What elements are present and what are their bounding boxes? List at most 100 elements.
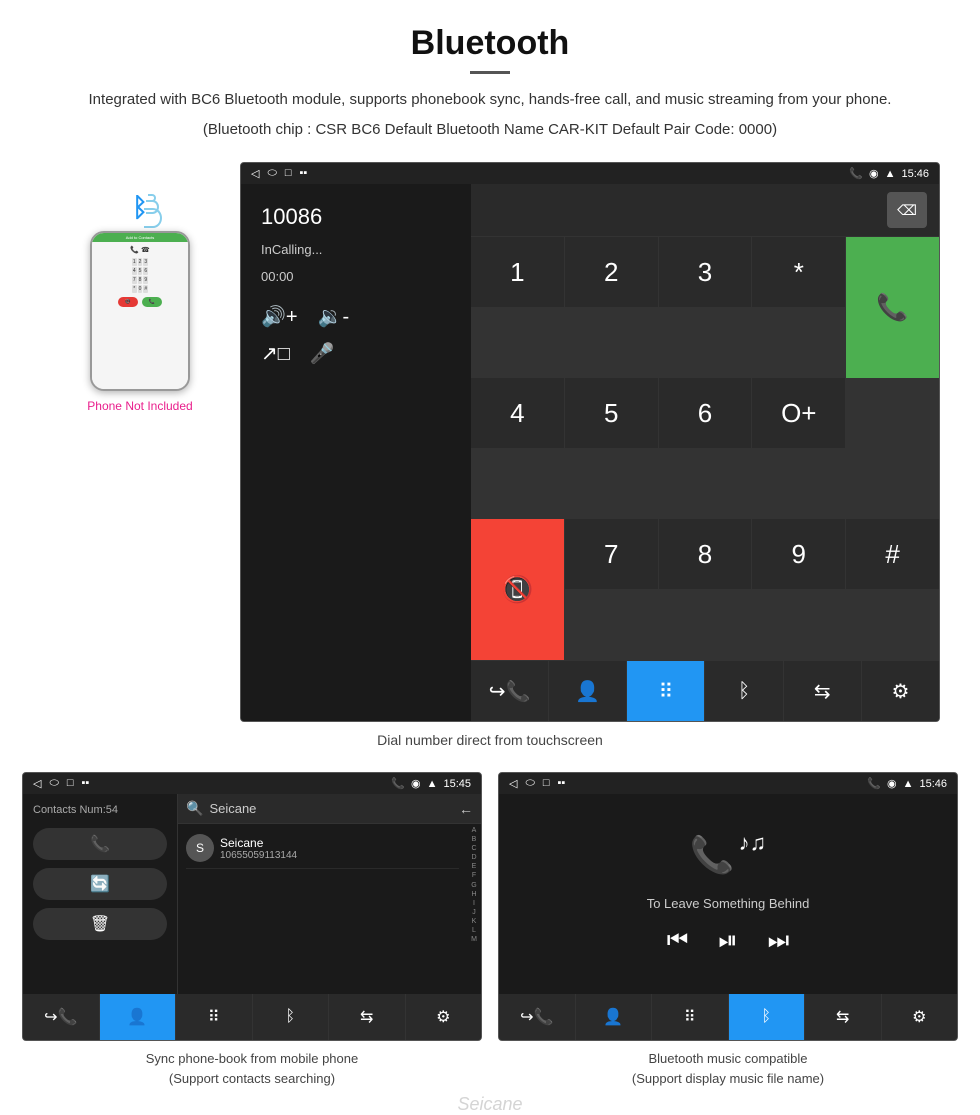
m-sim-icon: ▪▪ bbox=[558, 777, 566, 790]
mt-call-fwd[interactable]: ↪📞 bbox=[499, 994, 575, 1040]
c-home-icon: ⬭ bbox=[49, 777, 58, 790]
transfer-call-button[interactable]: ↗□ bbox=[261, 341, 290, 366]
music-icon-area: 📞 ♪♫ bbox=[690, 834, 766, 876]
alphabet-sidebar: A B C D E F G H I J K L bbox=[467, 824, 481, 994]
phone-not-included-label: Phone Not Included bbox=[87, 399, 192, 413]
alpha-I: I bbox=[473, 899, 475, 908]
contact-info: Seicane 10655059113144 bbox=[220, 836, 297, 861]
key-7[interactable]: 7 bbox=[565, 519, 658, 589]
status-left: ◁ ⬭ □ ▪▪ bbox=[251, 167, 307, 180]
music-screen: ◁ ⬭ □ ▪▪ 📞 ◉ ▲ 15:46 📞 bbox=[498, 772, 958, 1041]
ct-keypad[interactable]: ⠿ bbox=[176, 994, 252, 1040]
recents-icon: □ bbox=[285, 167, 292, 180]
backspace-button[interactable]: ⌫ bbox=[887, 192, 927, 228]
ct-call-fwd[interactable]: ↪📞 bbox=[23, 994, 99, 1040]
phone-key-2: 2 bbox=[138, 258, 143, 266]
key-2[interactable]: 2 bbox=[565, 237, 658, 307]
delete-button[interactable]: 🗑 bbox=[33, 908, 167, 940]
key-0plus[interactable]: O+ bbox=[752, 378, 845, 448]
key-4[interactable]: 4 bbox=[471, 378, 564, 448]
phone-key-9: 9 bbox=[143, 276, 148, 284]
ct-transfer[interactable]: ⇆ bbox=[329, 994, 405, 1040]
m-time: 15:46 bbox=[919, 778, 947, 790]
toolbar-bluetooth[interactable]: ᛒ bbox=[705, 661, 782, 721]
toolbar-keypad[interactable]: ⠿ bbox=[627, 661, 704, 721]
music-toolbar: ↪📞 👤 ⠿ ᛒ ⇆ ⚙ bbox=[499, 994, 957, 1040]
dial-caption: Dial number direct from touchscreen bbox=[377, 732, 603, 748]
mt-contacts[interactable]: 👤 bbox=[576, 994, 652, 1040]
music-status-right: 📞 ◉ ▲ 15:46 bbox=[867, 777, 947, 790]
m-recents-icon: □ bbox=[543, 777, 550, 790]
sync-button[interactable]: 🔄 bbox=[33, 868, 167, 900]
alpha-F: F bbox=[472, 871, 476, 880]
play-pause-button[interactable]: ⏯ bbox=[718, 927, 737, 955]
key-1[interactable]: 1 bbox=[471, 237, 564, 307]
key-5[interactable]: 5 bbox=[565, 378, 658, 448]
mt-transfer[interactable]: ⇆ bbox=[805, 994, 881, 1040]
ct-contacts[interactable]: 👤 bbox=[100, 994, 176, 1040]
search-text[interactable]: Seicane bbox=[209, 801, 453, 816]
contacts-right-panel: 🔍 Seicane ← S Seicane 10655059113144 bbox=[178, 794, 481, 994]
contacts-search-bar: 🔍 Seicane ← bbox=[178, 794, 481, 824]
bluetooth-waves: ᛒ bbox=[132, 192, 148, 223]
contact-item-seicane[interactable]: S Seicane 10655059113144 bbox=[186, 828, 459, 869]
key-8[interactable]: 8 bbox=[659, 519, 752, 589]
contacts-screen-wrap: ◁ ⬭ □ ▪▪ 📞 ◉ ▲ 15:45 bbox=[22, 772, 482, 1088]
phone-key-5: 5 bbox=[138, 267, 143, 275]
music-phone-icon: 📞 bbox=[690, 834, 735, 876]
dialer-timer: 00:00 bbox=[261, 269, 451, 284]
keypad-input-row: ⌫ bbox=[471, 184, 939, 236]
contacts-caption-line2: (Support contacts searching) bbox=[169, 1071, 335, 1086]
location-icon: ◉ bbox=[869, 167, 879, 180]
m-back-icon: ◁ bbox=[509, 777, 517, 790]
ct-settings[interactable]: ⚙ bbox=[406, 994, 482, 1040]
call-answer-button[interactable]: 📞 bbox=[846, 237, 939, 378]
key-9[interactable]: 9 bbox=[752, 519, 845, 589]
search-icon: 🔍 bbox=[186, 800, 203, 817]
alpha-M: M bbox=[471, 935, 477, 944]
c-recents-icon: □ bbox=[67, 777, 74, 790]
key-3[interactable]: 3 bbox=[659, 237, 752, 307]
bottom-section: ◁ ⬭ □ ▪▪ 📞 ◉ ▲ 15:45 bbox=[20, 772, 960, 1088]
ct-bluetooth[interactable]: ᛒ bbox=[253, 994, 329, 1040]
volume-up-button[interactable]: 🔊+ bbox=[261, 304, 298, 329]
music-caption-line1: Bluetooth music compatible bbox=[649, 1051, 808, 1066]
phone-body: 📞 ☎ 1 2 3 4 5 6 7 8 9 * 0 bbox=[92, 242, 188, 389]
alpha-J: J bbox=[472, 908, 476, 917]
key-hash[interactable]: # bbox=[846, 519, 939, 589]
watermark: Seicane bbox=[457, 1094, 522, 1115]
dialer-left-panel: 10086 InCalling... 00:00 🔊+ 🔉- ↗□ 🎤 bbox=[241, 184, 471, 721]
next-track-button[interactable]: ⏭ bbox=[768, 927, 790, 955]
volume-down-button[interactable]: 🔉- bbox=[318, 304, 350, 329]
time-display: 15:46 bbox=[901, 168, 929, 180]
dialer-volume-row: 🔊+ 🔉- bbox=[261, 304, 451, 329]
dialer-keypad: ⌫ 1 2 3 * 📞 4 5 6 O+ 📵 7 bbox=[471, 184, 939, 721]
m-home-icon: ⬭ bbox=[525, 777, 534, 790]
dialer-toolbar: ↪📞 👤 ⠿ ᛒ ⇆ ⚙ bbox=[471, 661, 939, 721]
dialer-screen: ◁ ⬭ □ ▪▪ 📞 ◉ ▲ 15:46 10086 InCalling... bbox=[240, 162, 940, 722]
toolbar-call-fwd[interactable]: ↪📞 bbox=[471, 661, 548, 721]
mute-button[interactable]: 🎤 bbox=[310, 341, 335, 366]
music-caption-line2: (Support display music file name) bbox=[632, 1071, 824, 1086]
contacts-list: S Seicane 10655059113144 bbox=[178, 824, 467, 994]
prev-track-button[interactable]: ⏮ bbox=[667, 927, 689, 955]
mt-bluetooth[interactable]: ᛒ bbox=[729, 994, 805, 1040]
sim-icon: ▪▪ bbox=[300, 167, 308, 180]
contacts-back-icon[interactable]: ← bbox=[459, 801, 473, 817]
mt-settings[interactable]: ⚙ bbox=[882, 994, 958, 1040]
contacts-num: Contacts Num:54 bbox=[33, 804, 167, 816]
mt-keypad[interactable]: ⠿ bbox=[652, 994, 728, 1040]
call-button[interactable]: 📞 bbox=[33, 828, 167, 860]
phone-screen: Add to Contacts 📞 ☎ 1 2 3 4 5 6 7 8 9 bbox=[92, 233, 188, 389]
alpha-G: G bbox=[471, 881, 476, 890]
dialer-body: 10086 InCalling... 00:00 🔊+ 🔉- ↗□ 🎤 bbox=[241, 184, 939, 721]
toolbar-settings[interactable]: ⚙ bbox=[862, 661, 939, 721]
toolbar-contacts[interactable]: 👤 bbox=[549, 661, 626, 721]
key-6[interactable]: 6 bbox=[659, 378, 752, 448]
alpha-D: D bbox=[471, 853, 476, 862]
c-back-icon: ◁ bbox=[33, 777, 41, 790]
toolbar-transfer[interactable]: ⇆ bbox=[784, 661, 861, 721]
music-song-title: To Leave Something Behind bbox=[647, 896, 810, 911]
call-end-button[interactable]: 📵 bbox=[471, 519, 564, 660]
key-star[interactable]: * bbox=[752, 237, 845, 307]
